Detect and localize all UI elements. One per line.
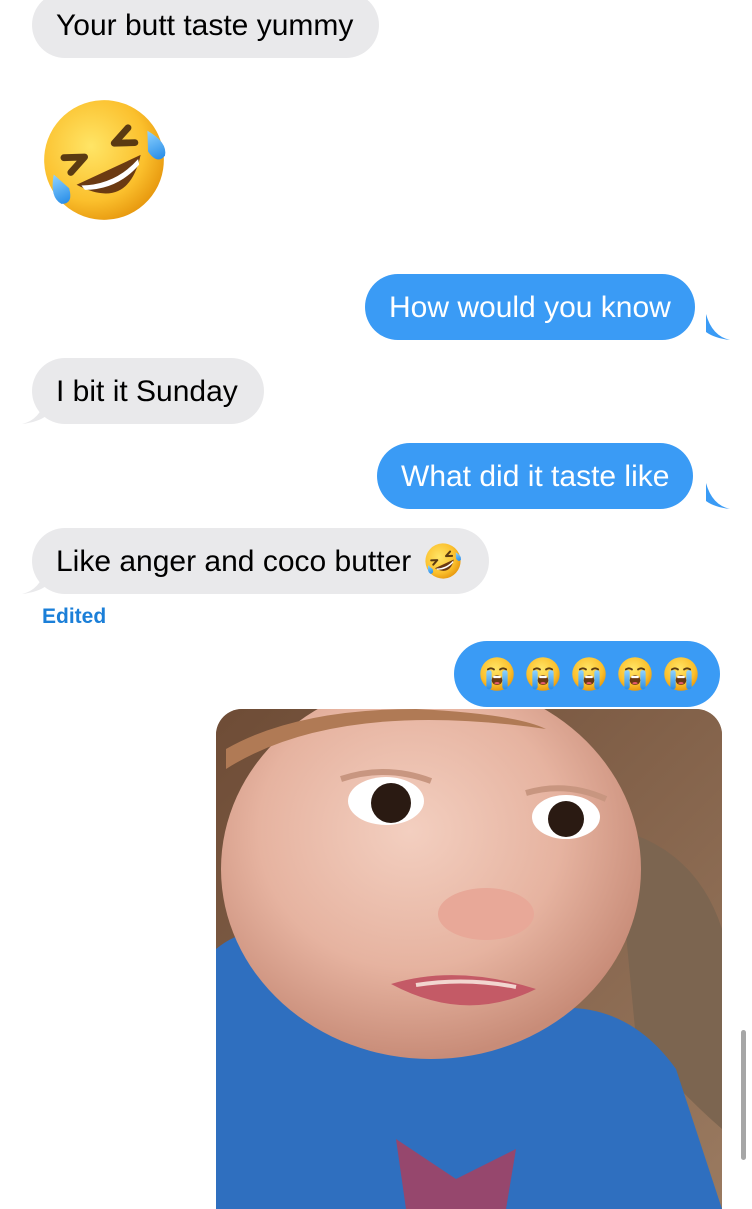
rolling-on-floor-laughing-icon xyxy=(423,541,463,581)
message-bubble-incoming[interactable]: Your butt taste yummy xyxy=(32,0,380,58)
loudly-crying-icon xyxy=(570,655,608,693)
bubble-tail xyxy=(706,314,730,340)
message-text: Your butt taste yummy xyxy=(56,8,354,42)
photo-attachment[interactable] xyxy=(216,709,722,1209)
message-bubble-incoming[interactable]: I bit it Sunday xyxy=(32,358,264,424)
rolling-on-floor-laughing-icon xyxy=(36,92,172,228)
loudly-crying-icon xyxy=(616,655,654,693)
message-text: Like anger and coco butter xyxy=(56,544,412,578)
bubble-tail xyxy=(22,398,46,424)
message-bubble-incoming[interactable]: Like anger and coco butter xyxy=(32,528,490,594)
bubble-tail xyxy=(22,568,46,594)
message-bubble-outgoing[interactable]: How would you know xyxy=(365,274,695,340)
edited-label[interactable]: Edited xyxy=(42,605,106,629)
message-bubble-outgoing[interactable] xyxy=(454,641,720,707)
message-text: What did it taste like xyxy=(401,459,670,493)
loudly-crying-icon xyxy=(524,655,562,693)
message-text: How would you know xyxy=(389,290,671,324)
message-bubble-outgoing[interactable]: What did it taste like xyxy=(377,443,694,509)
loudly-crying-icon xyxy=(478,655,516,693)
bubble-tail xyxy=(706,483,730,509)
scrollbar[interactable] xyxy=(741,1030,746,1160)
message-text: I bit it Sunday xyxy=(56,374,238,408)
message-emoji[interactable] xyxy=(36,92,172,228)
loudly-crying-icon xyxy=(662,655,700,693)
crying-child-photo xyxy=(216,709,722,1209)
